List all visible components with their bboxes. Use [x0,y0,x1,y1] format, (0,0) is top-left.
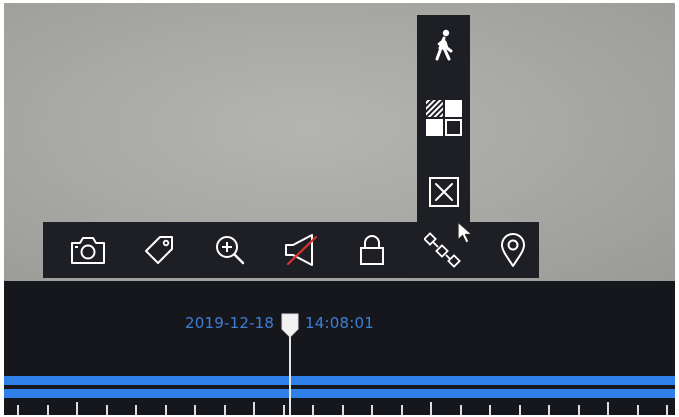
smart-tools-panel [417,15,470,223]
audio-button[interactable] [281,230,321,270]
tag-button[interactable] [139,230,179,270]
recording-segment-bar[interactable] [4,389,675,398]
smart-button[interactable] [423,230,463,270]
lock-icon [360,235,384,265]
motion-detection-button[interactable] [423,25,465,67]
playback-toolbar [43,222,539,278]
clear-button[interactable] [423,171,465,213]
camera-icon [71,237,105,264]
area-grid-button[interactable] [423,97,465,139]
digital-zoom-button[interactable] [210,230,250,270]
nodes-icon [424,232,461,268]
tag-icon [145,236,173,264]
location-pin-icon [501,233,525,267]
zoom-in-icon [216,236,245,265]
location-button[interactable] [493,230,533,270]
snapshot-button[interactable] [68,230,108,270]
playhead-handle[interactable] [280,312,300,338]
lock-button[interactable] [352,230,392,270]
timestamp-date: 2019-12-18 [185,314,275,332]
timeline[interactable]: 2019-12-18 14:08:01 [4,281,675,415]
timestamp-time: 14:08:01 [305,314,374,332]
walking-person-icon [435,29,453,61]
close-box-icon [429,177,459,207]
timeline-ruler [17,402,668,415]
speaker-muted-icon [285,234,318,266]
playback-window: 2019-12-18 14:08:01 [4,3,675,415]
recording-segment-bar[interactable] [4,376,675,385]
grid-area-icon [426,100,462,136]
